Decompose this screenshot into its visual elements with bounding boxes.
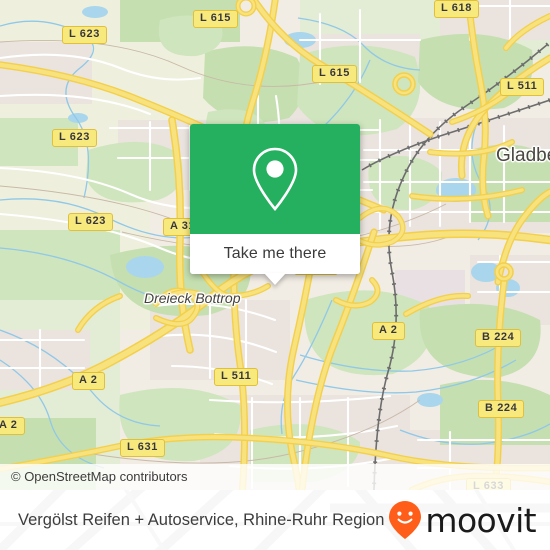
- road-shield: L 615: [312, 65, 357, 83]
- road-shield: L 623: [62, 26, 107, 44]
- road-shield: A 2: [72, 372, 105, 390]
- place-title: Vergölst Reifen + Autoservice, Rhine-Ruh…: [18, 510, 385, 529]
- road-shield: L 623: [68, 213, 113, 231]
- road-shield: L 631: [120, 439, 165, 457]
- junction-label: Dreieck Bottrop: [144, 290, 241, 306]
- moovit-logo[interactable]: moovit: [388, 490, 537, 550]
- road-shield: L 618: [434, 0, 479, 18]
- location-popup-card[interactable]: Take me there: [190, 124, 360, 285]
- popup-pointer-tail: [264, 273, 286, 285]
- city-label: Gladbeck: [496, 145, 550, 166]
- footer-bar: Vergölst Reifen + Autoservice, Rhine-Ruh…: [0, 490, 550, 550]
- road-shield: B 224: [475, 329, 522, 347]
- road-shield: L 615: [193, 10, 238, 28]
- map-screenshot: .lu-res{fill:#eae3de;} .lu-park{fill:#cf…: [0, 0, 550, 550]
- take-me-there-button[interactable]: Take me there: [190, 234, 360, 274]
- road-shield: A 2: [0, 417, 25, 435]
- moovit-pin-logo-icon: [389, 501, 422, 539]
- popup-image-panel: [190, 124, 360, 234]
- road-shield: B 224: [478, 400, 525, 418]
- road-shield: L 511: [214, 368, 259, 386]
- moovit-wordmark: moovit: [425, 500, 536, 540]
- osm-attribution[interactable]: © OpenStreetMap contributors: [0, 464, 550, 490]
- map-pin-icon: [252, 147, 298, 212]
- road-shield: A 2: [372, 322, 405, 340]
- road-shield: L 511: [500, 78, 545, 96]
- road-shield: L 623: [52, 129, 97, 147]
